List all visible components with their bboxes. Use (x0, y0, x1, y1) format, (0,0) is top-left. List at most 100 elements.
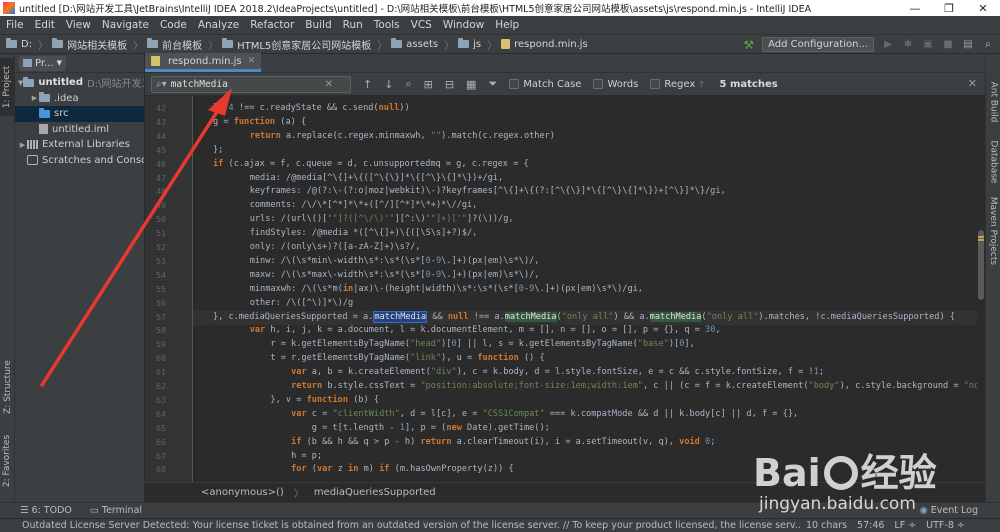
tree-item-iml[interactable]: untitled.iml (15, 122, 144, 138)
nav-crumb[interactable]: 前台模板〉 (147, 37, 218, 52)
search-icon[interactable]: ⌕▾ (156, 79, 167, 90)
code-editor[interactable]: }, 4 !== c.readyState && c.send(null)) g … (193, 96, 978, 482)
regex-checkbox[interactable]: Regex? (650, 79, 704, 90)
menu-analyze[interactable]: Analyze (198, 19, 239, 31)
tab-structure[interactable]: Z: Structure (0, 354, 15, 420)
match-marker[interactable] (978, 239, 984, 241)
code-line[interactable]: g = function (a) { (213, 116, 306, 130)
code-line[interactable]: var a, b = k.createElement("div"), c = k… (229, 366, 824, 380)
match-marker[interactable] (978, 236, 984, 238)
build-hammer-icon[interactable]: ⚒ (743, 38, 754, 52)
minimize-button[interactable]: — (898, 0, 932, 16)
terminal-tab[interactable]: ▭ Terminal (90, 505, 142, 516)
event-log-tab[interactable]: ◉ Event Log (919, 505, 978, 516)
code-line[interactable]: keyframes: /@(?:\-(?:o|moz|webkit)\-)?ke… (229, 185, 726, 199)
file-encoding[interactable]: UTF-8 ÷ (926, 520, 965, 531)
menu-view[interactable]: View (66, 19, 91, 31)
code-line[interactable]: minw: /\(\s*min\-width\s*:\s*(\s*[0-9\.]… (229, 255, 540, 269)
line-separator[interactable]: LF ÷ (894, 520, 916, 531)
menu-code[interactable]: Code (160, 19, 187, 31)
search-everywhere-icon[interactable]: ⌕ (982, 39, 994, 51)
add-configuration-button[interactable]: Add Configuration... (762, 37, 874, 52)
collapse-arrow-icon[interactable]: ▶ (30, 94, 39, 102)
tab-project[interactable]: 1: Project (0, 58, 15, 116)
code-line[interactable]: if (c.ajax = f, c.queue = d, c.unsupport… (213, 158, 529, 172)
breadcrumb-anonymous[interactable]: <anonymous>() (201, 487, 284, 498)
breadcrumb-media-queries[interactable]: mediaQueriesSupported (314, 487, 436, 498)
status-message[interactable]: Outdated License Server Detected: Your l… (0, 520, 800, 531)
match-case-checkbox[interactable]: Match Case (509, 79, 581, 90)
project-view-selector[interactable]: Pr... ▼ (19, 55, 66, 71)
code-line[interactable]: g = t[t.length - 1], p = (new Date).getT… (229, 422, 550, 436)
previous-occurrence-icon[interactable]: ↑ (363, 78, 372, 91)
search-input[interactable] (170, 78, 321, 90)
tree-item-idea[interactable]: ▶ .idea (15, 91, 144, 107)
select-all-occurrences-icon[interactable]: ▦ (466, 78, 476, 91)
tab-maven-projects[interactable]: Maven Projects (986, 194, 1000, 268)
menu-vcs[interactable]: VCS (411, 19, 432, 31)
search-field[interactable]: ⌕▾ ✕ (151, 75, 351, 93)
next-occurrence-icon[interactable]: ↓ (384, 78, 393, 91)
menu-help[interactable]: Help (495, 19, 519, 31)
tree-item-untitled[interactable]: ▼ untitled D:\网站开发工具 (15, 75, 144, 91)
filter-icon[interactable]: ⏷ (488, 77, 497, 91)
editor-tab-respond[interactable]: respond.min.js ✕ (145, 53, 262, 72)
code-line[interactable]: return b.style.cssText = "position:absol… (229, 380, 978, 394)
code-line[interactable]: maxw: /\(\s*max\-width\s*:\s*(\s*[0-9\.]… (229, 269, 540, 283)
code-line[interactable]: }, c.mediaQueriesSupported = a.matchMedi… (213, 310, 955, 325)
code-line[interactable]: }, v = function (b) { (229, 394, 379, 408)
line-number-gutter[interactable]: 42 43 44 45 46 47 48 49 50 51 52 53 54 55 56 57 58 59 60 61… (145, 96, 193, 482)
code-line[interactable]: if (b && h && q > p - h) return a.clearT… (229, 436, 715, 450)
nav-crumb[interactable]: js 〉 (458, 37, 497, 52)
menu-edit[interactable]: Edit (35, 19, 55, 31)
code-line[interactable]: t = r.getElementsByTagName("link"), u = … (229, 352, 544, 366)
run-icon[interactable]: ▶ (882, 39, 894, 51)
code-line[interactable]: media: /@media[^\{]+\{([^\{\}]*\{[^\}\{]… (229, 172, 504, 186)
code-line[interactable]: }, 4 !== c.readyState && c.send(null)) (213, 102, 410, 116)
todo-tab[interactable]: ☰ 6: TODO (20, 505, 72, 516)
tree-item-scratches[interactable]: Scratches and Consoles (15, 153, 144, 169)
close-find-icon[interactable]: ✕ (968, 77, 977, 90)
tree-item-external-libraries[interactable]: ▶ External Libraries (15, 137, 144, 153)
code-line[interactable]: urls: /(url\()['"]?([^\/\)'"][^:\)'"]+)[… (229, 213, 514, 227)
checkbox-box[interactable] (509, 79, 520, 89)
code-line[interactable]: minmaxwh: /\(\s*m(in|ax)\-(height|width)… (229, 283, 643, 297)
editor-scrollbar[interactable] (977, 96, 985, 482)
tab-ant-build[interactable]: Ant Build (986, 74, 1000, 130)
collapse-arrow-icon[interactable]: ▶ (18, 141, 27, 149)
code-line[interactable]: var c = "clientWidth", d = l[c], e = "CS… (229, 408, 798, 422)
nav-crumb[interactable]: HTML5创意家居公司网站模板〉 (222, 37, 387, 52)
code-line[interactable]: h = p; (229, 450, 322, 464)
add-selection-icon[interactable]: ⊞ (424, 78, 433, 91)
stop-icon[interactable]: ■ (942, 39, 954, 51)
menu-navigate[interactable]: Navigate (102, 19, 149, 31)
menu-refactor[interactable]: Refactor (250, 19, 294, 31)
nav-crumb[interactable]: 网站相关模板〉 (52, 37, 143, 52)
code-line[interactable]: return a.replace(c.regex.minmaxwh, "").m… (229, 130, 555, 144)
clear-search-icon[interactable]: ✕ (325, 79, 333, 90)
code-line[interactable]: only: /(only\s+)?([a-zA-Z]+)\s?/, (229, 241, 421, 255)
menu-tools[interactable]: Tools (374, 19, 400, 31)
tab-favorites[interactable]: 2: Favorites (0, 426, 15, 496)
code-line[interactable]: other: /\([^\)]*\)/g (229, 297, 354, 311)
code-line[interactable]: r = k.getElementsByTagName("head")[0] ||… (229, 338, 694, 352)
find-all-icon[interactable]: ⌕ (405, 77, 411, 91)
close-button[interactable]: ✕ (966, 0, 1000, 16)
project-structure-icon[interactable]: ▤ (962, 39, 974, 51)
remove-selection-icon[interactable]: ⊟ (445, 78, 454, 91)
menu-run[interactable]: Run (343, 19, 363, 31)
words-checkbox[interactable]: Words (593, 79, 638, 90)
code-line[interactable]: for (var z in m) if (m.hasOwnProperty(z)… (229, 463, 514, 477)
tab-database[interactable]: Database (986, 134, 1000, 190)
menu-build[interactable]: Build (305, 19, 331, 31)
nav-crumb[interactable]: assets 〉 (391, 37, 454, 52)
code-line[interactable]: findStyles: /@media *([^\{]+)\{([\S\s]+?… (229, 227, 478, 241)
menu-file[interactable]: File (6, 19, 24, 31)
restore-button[interactable]: ❐ (932, 0, 966, 16)
caret-position[interactable]: 57:46 (857, 520, 884, 531)
code-line[interactable]: comments: /\/\*[^*]*\*+([^/][^*]*\*+)*\/… (229, 199, 478, 213)
tree-item-src[interactable]: src (15, 106, 144, 122)
checkbox-box[interactable] (650, 79, 661, 89)
checkbox-box[interactable] (593, 79, 604, 89)
nav-crumb-file[interactable]: respond.min.js (501, 39, 588, 50)
